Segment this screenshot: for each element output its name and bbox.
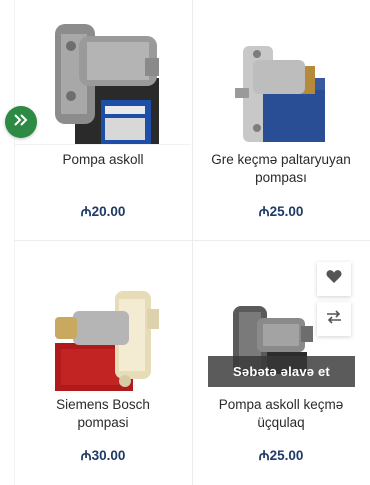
product-title-line[interactable]: Pompa askoll keçmə (193, 396, 369, 414)
compare-arrows-icon (325, 309, 343, 330)
product-image[interactable] (193, 0, 369, 145)
compare-button[interactable] (317, 302, 351, 336)
product-price: ₼25.00 (258, 204, 304, 219)
product-image[interactable] (15, 0, 191, 145)
next-slide-button[interactable] (5, 106, 37, 138)
double-chevron-right-icon (13, 113, 29, 132)
product-grid: Pompa askoll ₼20.00 Gre keçmə paltaryuya… (0, 0, 370, 485)
product-title-line[interactable]: üçqulaq (193, 414, 369, 432)
product-price: ₼25.00 (258, 448, 304, 463)
product-title[interactable]: Siemens Bosch pompasi (15, 396, 191, 432)
product-card-2[interactable]: Gre keçmə paltaryuyan pompası ₼25.00 (193, 0, 369, 240)
wishlist-button[interactable] (317, 262, 351, 296)
product-title-line[interactable]: Pompa askoll (15, 151, 191, 169)
heart-icon (326, 269, 342, 289)
product-card-3[interactable]: Siemens Bosch pompasi ₼30.00 (15, 241, 191, 485)
product-title[interactable]: Pompa askoll keçmə üçqulaq (193, 396, 369, 432)
product-title-line[interactable]: pompasi (15, 414, 191, 432)
product-title[interactable]: Pompa askoll (15, 151, 191, 169)
product-title-line[interactable]: pompası (193, 169, 369, 187)
product-title-line[interactable]: Siemens Bosch (15, 396, 191, 414)
product-image[interactable] (15, 281, 191, 391)
product-title[interactable]: Gre keçmə paltaryuyan pompası (193, 151, 369, 187)
product-title-line[interactable]: Gre keçmə paltaryuyan (193, 151, 369, 169)
add-to-cart-button[interactable]: Səbətə əlavə et (208, 356, 355, 387)
product-card-1[interactable]: Pompa askoll ₼20.00 (15, 0, 191, 240)
product-price: ₼30.00 (80, 448, 126, 463)
product-price: ₼20.00 (80, 204, 126, 219)
